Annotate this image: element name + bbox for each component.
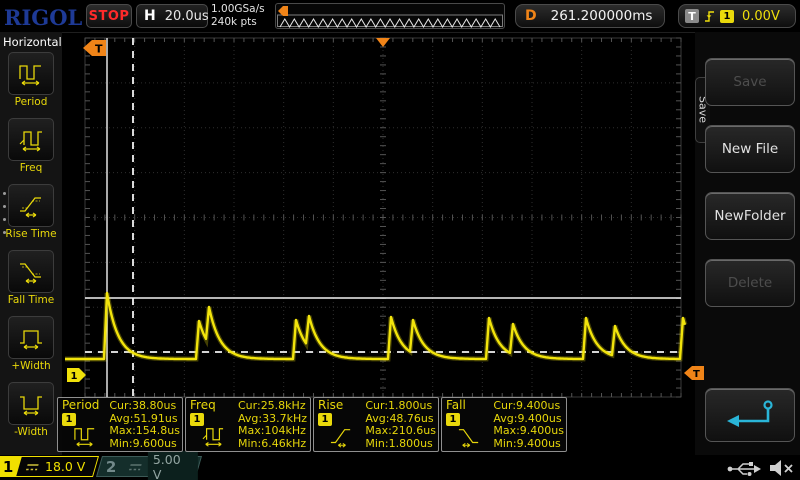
channel-badge: 1 — [62, 413, 76, 426]
ch1-ground-marker — [67, 368, 86, 382]
channel-2-scale: 5.00 V — [147, 450, 198, 480]
svg-text:1: 1 — [71, 371, 78, 382]
plus-width-icon — [20, 329, 42, 349]
channel-badge: 1 — [318, 413, 332, 426]
memory-depth: 240k pts — [211, 16, 257, 28]
channel-1-scale: 18.0 V — [45, 459, 86, 474]
memory-wave — [279, 18, 501, 28]
right-soft-menu: Save Save New File NewFolder Delete — [695, 32, 800, 455]
ch1-trace — [65, 291, 687, 361]
acquisition-info: 1.00GSa/s 240k pts — [211, 3, 265, 29]
svg-text:T: T — [95, 43, 103, 56]
dc-coupling-icon — [24, 461, 40, 473]
channel-badge: 1 — [190, 413, 204, 426]
oscilloscope-screen: RIGOL STOP H 20.0us 1.00GSa/s 240k pts D… — [0, 0, 800, 480]
run-state-label: STOP — [88, 8, 130, 24]
save-button[interactable]: Save — [705, 58, 795, 106]
memory-position-strip — [275, 3, 505, 29]
menu-page-dots — [3, 192, 6, 234]
menu-item-rise-time[interactable]: Rise Time — [0, 182, 62, 248]
measurement-panel-rise: Rise 1 Cur:1.800us Avg:48.76us Max:210.6… — [313, 397, 439, 452]
timebase-value: 20.0us — [164, 8, 209, 24]
measurement-panel-freq: Freq 1 Cur:25.8kHz Avg:33.7kHz Max:104kH… — [185, 397, 311, 452]
channel-1-status[interactable]: 1 18.0 V — [0, 456, 100, 477]
trigger-label: T — [685, 9, 699, 23]
run-state-badge[interactable]: STOP — [86, 4, 132, 28]
return-button[interactable] — [705, 388, 795, 442]
measurement-panel-fall: Fall 1 Cur:9.400us Avg:9.400us Max:9.400… — [441, 397, 567, 452]
graticule-border — [84, 37, 682, 398]
delay-value: 261.200000ms — [550, 8, 653, 24]
channel-1-badge: 1 — [0, 457, 22, 476]
measurement-row: Period 1 Cur:38.80us Avg:51.91us Max:154… — [57, 397, 567, 452]
channel-2-status[interactable]: 2 5.00 V — [95, 450, 203, 480]
trigger-offscreen-left-marker — [83, 40, 106, 56]
delay-label: D — [525, 8, 537, 24]
freq-icon — [202, 428, 224, 447]
delete-button[interactable]: Delete — [705, 259, 795, 307]
menu-item-plus-width[interactable]: +Width — [0, 314, 62, 380]
menu-item-freq[interactable]: Freq — [0, 116, 62, 182]
menu-item-period[interactable]: Period — [0, 50, 62, 116]
trigger-position-marker — [376, 38, 390, 47]
measurement-panel-period: Period 1 Cur:38.80us Avg:51.91us Max:154… — [57, 397, 183, 452]
usb-icon — [727, 462, 761, 476]
period-icon — [74, 428, 95, 447]
trigger-box[interactable]: T 1 0.00V — [678, 4, 796, 28]
sample-rate: 1.00GSa/s — [211, 3, 265, 15]
return-arrow-icon — [727, 400, 773, 427]
rise-time-icon — [20, 196, 41, 217]
horizontal-label: H — [144, 8, 156, 24]
minus-width-icon — [20, 395, 42, 415]
channel-2-badge: 2 — [105, 457, 117, 476]
trigger-level-value: 0.00V — [742, 8, 780, 24]
channel-badge: 1 — [446, 413, 460, 426]
timebase-box[interactable]: H 20.0us — [136, 4, 209, 28]
freq-icon — [19, 130, 42, 151]
period-icon — [19, 64, 41, 85]
fall-time-icon — [20, 262, 41, 283]
new-folder-button[interactable]: NewFolder — [705, 192, 795, 240]
fall-icon — [458, 429, 479, 448]
top-status-bar: RIGOL STOP H 20.0us 1.00GSa/s 240k pts D… — [0, 0, 800, 33]
memory-waveform-preview — [277, 6, 503, 28]
left-soft-menu: Horizontal Period Freq Rise Time Fall Ti… — [0, 32, 62, 455]
menu-item-fall-time[interactable]: Fall Time — [0, 248, 62, 314]
dc-coupling-icon — [127, 461, 143, 473]
new-file-button[interactable]: New File — [705, 125, 795, 173]
menu-item-minus-width[interactable]: -Width — [0, 380, 62, 446]
status-tray — [726, 457, 794, 479]
rising-edge-icon — [705, 10, 714, 22]
channel-status-bar: 1 18.0 V 2 5.00 V — [0, 450, 800, 480]
delay-box[interactable]: D 261.200000ms — [515, 4, 665, 28]
trigger-source-badge: 1 — [720, 9, 734, 23]
rigol-logo: RIGOL — [4, 5, 83, 30]
speaker-muted-icon — [770, 460, 793, 476]
menu-title: Horizontal — [3, 35, 62, 49]
rise-icon — [330, 429, 351, 448]
waveform-display: TT1 — [65, 37, 704, 398]
